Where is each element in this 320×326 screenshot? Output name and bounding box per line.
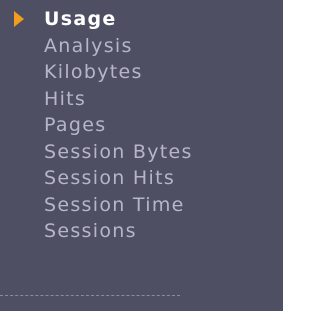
- menu-item-kilobytes[interactable]: Kilobytes: [0, 59, 283, 86]
- menu-item-hits[interactable]: Hits: [0, 86, 283, 113]
- menu-item-session-bytes[interactable]: Session Bytes: [0, 139, 283, 166]
- menu-item-label: Usage: [44, 8, 117, 30]
- menu-item-label: Session Hits: [44, 167, 176, 189]
- menu-item-session-hits[interactable]: Session Hits: [0, 165, 283, 192]
- report-menu: Usage Analysis Kilobytes Hits Pages Sess…: [0, 6, 283, 245]
- menu-item-label: Session Bytes: [44, 140, 193, 163]
- menu-item-label: Session Time: [44, 193, 185, 216]
- menu-item-usage[interactable]: Usage: [0, 6, 283, 33]
- triangle-right-icon: [14, 11, 24, 28]
- menu-item-pages[interactable]: Pages: [0, 112, 283, 139]
- menu-item-label: Analysis: [44, 34, 133, 57]
- menu-item-analysis[interactable]: Analysis: [0, 33, 283, 60]
- menu-divider: [0, 295, 180, 296]
- report-menu-panel: Usage Analysis Kilobytes Hits Pages Sess…: [0, 0, 283, 311]
- menu-item-label: Sessions: [44, 220, 137, 242]
- menu-item-session-time[interactable]: Session Time: [0, 192, 283, 219]
- menu-item-label: Hits: [44, 87, 87, 110]
- menu-item-label: Kilobytes: [44, 61, 143, 83]
- menu-item-label: Pages: [44, 114, 107, 136]
- menu-item-sessions[interactable]: Sessions: [0, 218, 283, 245]
